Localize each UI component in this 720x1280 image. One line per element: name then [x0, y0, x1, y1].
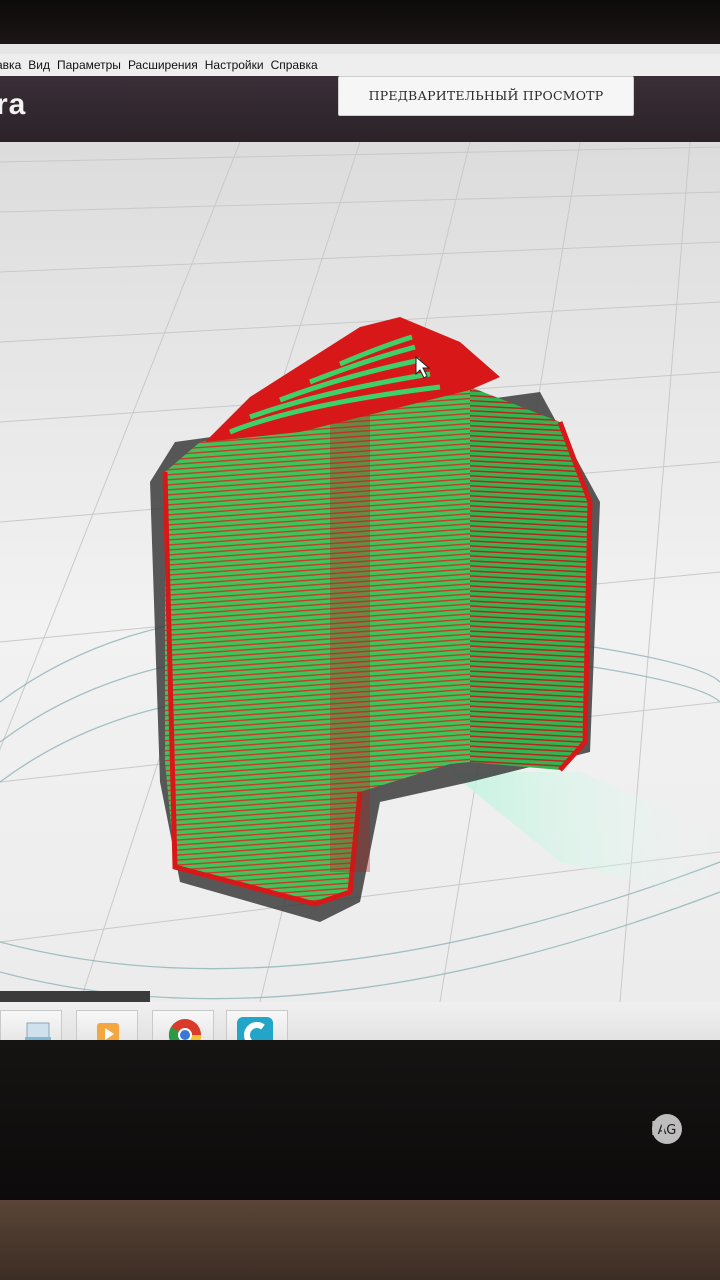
menu-item-view[interactable]: Вид: [28, 58, 50, 72]
monitor-brand-text: n: [650, 1112, 667, 1142]
model-side-face: [470, 387, 590, 770]
app-header: ra ПРЕДВАРИТЕЛЬНЫЙ ПРОСМОТР: [0, 76, 720, 142]
model-seam: [330, 412, 370, 872]
model-front-face: [165, 387, 470, 904]
monitor-brand-logo: AG: [652, 1114, 682, 1144]
screen: авка Вид Параметры Расширения Настройки …: [0, 44, 720, 1074]
app-logo: ra: [0, 88, 27, 121]
menu-bar: авка Вид Параметры Расширения Настройки …: [0, 54, 720, 76]
light-beam: [450, 772, 720, 902]
menu-item-parameters[interactable]: Параметры: [57, 58, 121, 72]
menu-item-settings[interactable]: Настройки: [205, 58, 264, 72]
preview-button[interactable]: ПРЕДВАРИТЕЛЬНЫЙ ПРОСМОТР: [338, 76, 634, 116]
3d-viewport[interactable]: ers_1.stl(1): [0, 142, 720, 1027]
menu-item-help[interactable]: Справка: [271, 58, 318, 72]
layer-preview-scene: [0, 142, 720, 1002]
menu-item-extensions[interactable]: Расширения: [128, 58, 198, 72]
desk-surface: [0, 1200, 720, 1280]
monitor-bezel-bottom: AG: [0, 1040, 720, 1210]
menu-item-edit[interactable]: авка: [0, 58, 21, 72]
